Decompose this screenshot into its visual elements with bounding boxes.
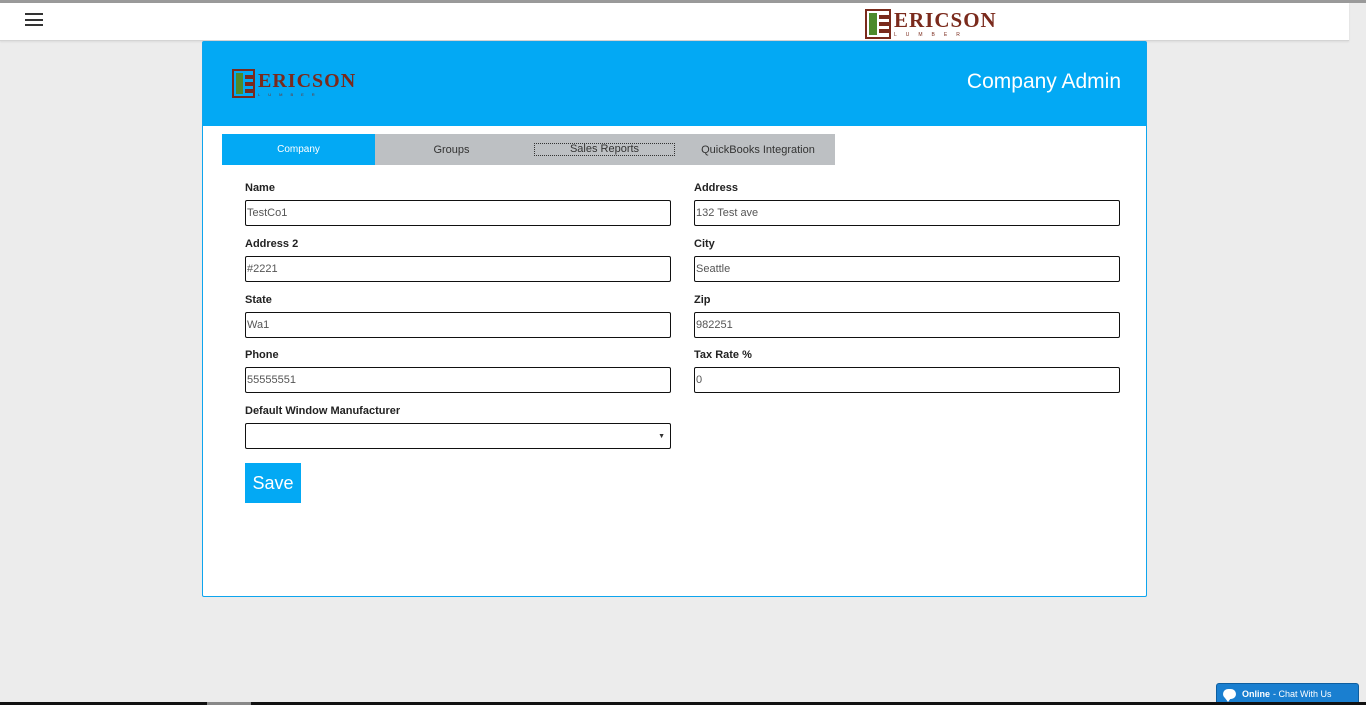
- company-admin-panel: ERICSON LUMBER Company Admin Company Gro…: [202, 41, 1147, 597]
- address-label: Address: [694, 182, 739, 194]
- state-label: State: [245, 294, 272, 306]
- tax-rate-input[interactable]: [694, 367, 1120, 393]
- window-manufacturer-select[interactable]: ▼: [245, 423, 671, 449]
- chat-bubble-icon: [1223, 688, 1236, 702]
- address2-label: Address 2: [245, 238, 299, 250]
- page-title: Company Admin: [966, 70, 1121, 93]
- header-logo-mark-icon: [232, 69, 255, 98]
- address2-field-group: Address 2: [245, 238, 671, 282]
- zip-input[interactable]: [694, 312, 1120, 338]
- panel-header: ERICSON LUMBER Company Admin: [203, 42, 1146, 126]
- tab-sales-reports[interactable]: Sales Reports: [528, 134, 681, 165]
- address2-input[interactable]: [245, 256, 671, 282]
- city-label: City: [694, 238, 715, 250]
- tab-company-label: Company: [277, 144, 320, 155]
- tax-rate-field-group: Tax Rate %: [694, 349, 1120, 393]
- tab-bar: Company Groups Sales Reports QuickBooks …: [222, 134, 835, 165]
- name-input[interactable]: [245, 200, 671, 226]
- tab-company[interactable]: Company: [222, 134, 375, 165]
- chat-widget[interactable]: Online - Chat With Us: [1216, 683, 1359, 703]
- window-manufacturer-field-group: Default Window Manufacturer ▼: [245, 405, 671, 449]
- city-input[interactable]: [694, 256, 1120, 282]
- chevron-down-icon: ▼: [658, 433, 665, 440]
- tab-quickbooks-integration[interactable]: QuickBooks Integration: [681, 134, 835, 165]
- phone-field-group: Phone: [245, 349, 671, 393]
- state-input[interactable]: [245, 312, 671, 338]
- logo-brand-text: ERICSON: [894, 8, 997, 32]
- header-logo-sub-text: LUMBER: [258, 91, 323, 97]
- zip-field-group: Zip: [694, 294, 1120, 338]
- name-label: Name: [245, 182, 275, 194]
- address-field-group: Address: [694, 182, 1120, 226]
- address-input[interactable]: [694, 200, 1120, 226]
- tab-sales-reports-label: Sales Reports: [533, 143, 676, 156]
- zip-label: Zip: [694, 294, 711, 306]
- header-logo: ERICSON LUMBER: [232, 69, 356, 98]
- chat-label: - Chat With Us: [1273, 688, 1332, 699]
- top-navbar: ERICSON LUMBER: [0, 3, 1349, 41]
- tab-groups-label: Groups: [433, 143, 470, 156]
- ericson-lumber-logo[interactable]: ERICSON LUMBER: [865, 9, 997, 39]
- logo-mark-icon: [865, 9, 891, 39]
- phone-input[interactable]: [245, 367, 671, 393]
- save-button[interactable]: Save: [245, 463, 301, 503]
- name-field-group: Name: [245, 182, 671, 226]
- state-field-group: State: [245, 294, 671, 338]
- tab-groups[interactable]: Groups: [375, 134, 528, 165]
- phone-label: Phone: [245, 349, 279, 361]
- chat-status: Online: [1242, 688, 1271, 699]
- tab-quickbooks-label: QuickBooks Integration: [701, 143, 815, 156]
- logo-sub-text: LUMBER: [894, 32, 969, 38]
- header-logo-brand-text: ERICSON: [258, 69, 357, 92]
- hamburger-menu-icon[interactable]: [25, 13, 43, 26]
- window-manufacturer-label: Default Window Manufacturer: [245, 405, 401, 417]
- city-field-group: City: [694, 238, 1120, 282]
- tax-rate-label: Tax Rate %: [694, 349, 752, 361]
